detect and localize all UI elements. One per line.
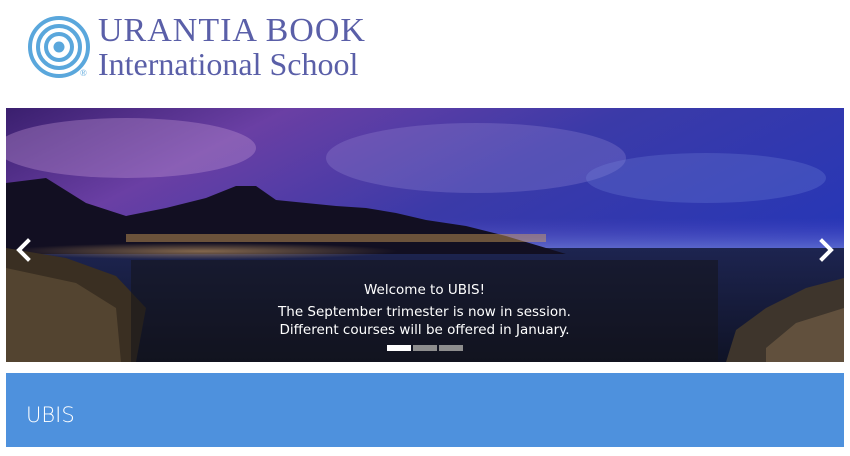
slide-indicator-1[interactable] — [387, 345, 411, 351]
brand-name[interactable]: URANTIA BOOK — [98, 14, 366, 48]
carousel-caption: Welcome to UBIS! The September trimester… — [131, 260, 718, 362]
section-band: UBIS — [6, 373, 844, 447]
chevron-left-icon[interactable] — [12, 236, 36, 264]
caption-line-1: The September trimester is now in sessio… — [278, 304, 571, 320]
slide-indicator-2[interactable] — [413, 345, 437, 351]
carousel-indicators — [387, 345, 463, 351]
hero-carousel: Welcome to UBIS! The September trimester… — [6, 108, 844, 362]
caption-title: Welcome to UBIS! — [364, 282, 485, 298]
site-header: ® URANTIA BOOK International School — [0, 0, 850, 108]
caption-line-2: Different courses will be offered in Jan… — [279, 322, 570, 338]
section-title: UBIS — [26, 403, 75, 427]
chevron-right-icon[interactable] — [814, 236, 838, 264]
brand-subtitle[interactable]: International School — [98, 48, 358, 80]
slide-indicator-3[interactable] — [439, 345, 463, 351]
registered-mark: ® — [80, 68, 87, 78]
